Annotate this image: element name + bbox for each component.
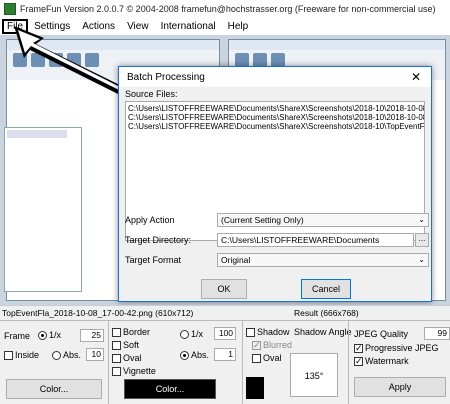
target-directory-label: Target Directory:: [125, 235, 192, 245]
shadow-oval-checkbox[interactable]: Oval: [252, 353, 282, 364]
frame-inside-label: Inside: [15, 350, 40, 360]
progressive-jpeg-label: Progressive JPEG: [365, 343, 439, 353]
watermark-label: Watermark: [365, 356, 409, 366]
frame-abs-input[interactable]: 10: [86, 348, 104, 361]
border-abs-radio[interactable]: Abs.: [180, 350, 210, 361]
apply-action-select[interactable]: (Current Setting Only) ⌄: [217, 213, 429, 227]
ok-button[interactable]: OK: [201, 279, 247, 299]
border-abs-label: Abs.: [191, 350, 210, 360]
soft-label: Soft: [123, 340, 140, 350]
source-files-label: Source Files:: [125, 89, 178, 99]
frame-ratio-radio[interactable]: 1/x: [38, 330, 62, 341]
shadow-oval-label: Oval: [263, 353, 282, 363]
menu-view[interactable]: View: [121, 21, 155, 32]
toolbar-icon: [85, 53, 99, 67]
title-bar: FrameFun Version 2.0.0.7 © 2004-2008 fra…: [0, 0, 450, 17]
settings-panel: Frame 1/x 25 Inside Abs. 10 Color... Bor…: [0, 320, 450, 404]
border-color-button[interactable]: Color...: [124, 379, 216, 399]
shadow-checkbox[interactable]: Shadow: [246, 327, 290, 338]
batch-processing-dialog: Batch Processing ✕ Source Files: C:\User…: [118, 66, 432, 302]
dialog-title-bar: Batch Processing ✕: [119, 67, 431, 87]
apply-action-value: (Current Setting Only): [221, 215, 304, 225]
target-format-label: Target Format: [125, 255, 182, 265]
border-ratio-label: 1/x: [191, 329, 204, 339]
source-image-info: TopEventFla_2018-10-08_17-00-42.png (610…: [2, 308, 194, 318]
menu-settings[interactable]: Settings: [28, 21, 76, 32]
frame-ratio-label: 1/x: [49, 330, 62, 340]
blurred-label: Blurred: [263, 340, 293, 350]
toolbar-icon: [253, 53, 267, 67]
dialog-title: Batch Processing: [127, 71, 205, 83]
border-ratio-radio[interactable]: 1/x: [180, 329, 204, 340]
list-item[interactable]: C:\Users\LISTOFFREEWARE\Documents\ShareX…: [128, 104, 424, 113]
close-icon[interactable]: ✕: [411, 70, 421, 84]
preview-tree-panel: [4, 127, 82, 292]
target-format-value: Original: [221, 255, 251, 265]
shadow-color-swatch[interactable]: [246, 377, 264, 399]
status-bar: TopEventFla_2018-10-08_17-00-42.png (610…: [0, 305, 450, 319]
watermark-checkbox[interactable]: Watermark: [354, 356, 409, 367]
toolbar-icon: [235, 53, 249, 67]
cancel-button[interactable]: Cancel: [301, 279, 351, 299]
apply-button[interactable]: Apply: [354, 377, 446, 397]
border-abs-input[interactable]: 1: [214, 348, 236, 361]
frame-color-button[interactable]: Color...: [6, 379, 102, 399]
vignette-label: Vignette: [123, 366, 156, 376]
result-preview-titlebar: [229, 40, 445, 50]
border-ratio-input[interactable]: 100: [214, 327, 236, 340]
toolbar-icon: [49, 53, 63, 67]
divider: [108, 321, 109, 404]
list-item[interactable]: C:\Users\LISTOFFREEWARE\Documents\ShareX…: [128, 122, 424, 131]
frame-inside-checkbox[interactable]: Inside: [4, 350, 40, 361]
menu-help[interactable]: Help: [222, 21, 255, 32]
frame-abs-label: Abs.: [63, 350, 82, 360]
border-label: Border: [123, 327, 151, 337]
chevron-down-icon: ⌄: [418, 215, 425, 224]
divider: [242, 321, 243, 404]
menu-actions[interactable]: Actions: [76, 21, 121, 32]
shadow-angle-value: 135°: [304, 371, 324, 381]
shadow-angle-label: Shadow Angle: [294, 327, 352, 337]
shadow-label: Shadow: [257, 327, 290, 337]
vignette-checkbox[interactable]: Vignette: [112, 366, 156, 377]
toolbar-icon: [13, 53, 27, 67]
border-checkbox[interactable]: Border: [112, 327, 151, 338]
result-image-info: Result (666x768): [294, 308, 359, 318]
oval-checkbox[interactable]: Oval: [112, 353, 142, 364]
frame-abs-radio[interactable]: Abs.: [52, 350, 82, 361]
shadow-angle-control[interactable]: 135°: [290, 353, 338, 397]
frame-label: Frame: [4, 331, 31, 341]
menu-bar: File Settings Actions View International…: [0, 17, 450, 35]
oval-label: Oval: [123, 353, 142, 363]
toolbar-icon: [271, 53, 285, 67]
list-item[interactable]: C:\Users\LISTOFFREEWARE\Documents\ShareX…: [128, 113, 424, 122]
toolbar-icon: [67, 53, 81, 67]
blurred-checkbox[interactable]: Blurred: [252, 340, 293, 351]
window-title: FrameFun Version 2.0.0.7 © 2004-2008 fra…: [20, 3, 436, 14]
browse-button[interactable]: ...: [415, 233, 429, 247]
menu-international[interactable]: International: [155, 21, 222, 32]
apply-action-label: Apply Action: [125, 215, 175, 225]
toolbar-icon: [31, 53, 45, 67]
divider: [348, 321, 349, 404]
source-preview-titlebar: [7, 40, 219, 50]
app-icon: [4, 2, 16, 15]
jpeg-quality-input[interactable]: 99: [424, 327, 450, 340]
soft-checkbox[interactable]: Soft: [112, 340, 140, 351]
menu-file[interactable]: File: [2, 18, 29, 34]
progressive-jpeg-checkbox[interactable]: Progressive JPEG: [354, 343, 439, 354]
chevron-down-icon: ⌄: [418, 255, 425, 264]
target-format-select[interactable]: Original ⌄: [217, 253, 429, 267]
jpeg-quality-label: JPEG Quality: [354, 329, 409, 339]
target-directory-input[interactable]: C:\Users\LISTOFFREEWARE\Documents: [217, 233, 414, 247]
frame-ratio-input[interactable]: 25: [80, 329, 104, 342]
